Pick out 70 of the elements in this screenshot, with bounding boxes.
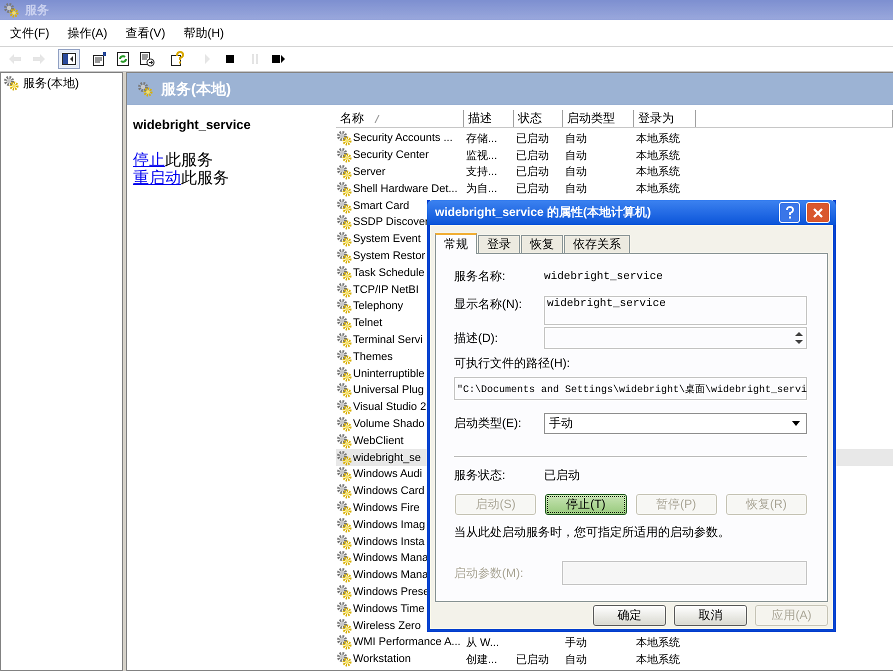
table-cell: 为自... [466, 183, 498, 196]
table-cell: Terminal Servi [353, 334, 423, 346]
table-cell: System Restor [353, 250, 426, 262]
table-cell: TCP/IP NetBI [353, 284, 419, 296]
table-cell: 存储... [466, 132, 498, 145]
window-title: 服务 [25, 2, 49, 18]
table-cell: Security Accounts ... [353, 132, 453, 144]
table-cell: 本地系统 [636, 150, 680, 162]
field-label: 启动类型(E): [454, 415, 522, 432]
table-cell: 本地系统 [636, 183, 680, 196]
table-cell: Universal Plug [353, 384, 424, 396]
table-cell: Windows Mana [353, 552, 428, 564]
table-cell: 已启动 [516, 183, 549, 196]
table-cell: Uninterruptible [353, 368, 425, 380]
table-cell: 已启动 [516, 150, 549, 162]
table-cell: 已启动 [516, 132, 549, 145]
field-label: 服务名称: [454, 268, 506, 285]
status-value: 已启动 [544, 467, 580, 484]
table-cell: Security Center [353, 149, 429, 162]
table-cell: 本地系统 [636, 654, 680, 666]
table-cell: 监视... [466, 150, 498, 162]
table-cell: 自动 [565, 654, 587, 666]
table-cell: 手动 [565, 636, 587, 649]
table-cell: Windows Card [353, 485, 425, 498]
field-label: 可执行文件的路径(H): [454, 355, 570, 372]
table-cell: Windows Insta [353, 536, 425, 548]
service-title: widebright_service [133, 117, 252, 132]
table-cell: SSDP Discover [353, 216, 429, 228]
table-cell: Shell Hardware Det... [353, 182, 458, 195]
table-cell: WMI Performance A... [353, 636, 461, 648]
table-cell: Telephony [353, 300, 404, 312]
field-label: 描述(D): [454, 330, 499, 346]
dialog-title: widebright_service 的属性(本地计算机) [435, 204, 652, 221]
field-label: 服务状态: [454, 467, 506, 484]
table-cell: Telnet [353, 317, 382, 330]
field-label: 显示名称(N): [454, 296, 523, 313]
table-cell: 自动 [565, 183, 587, 196]
table-cell: System Event [353, 233, 421, 246]
field-label: 启动参数(M): [454, 564, 524, 582]
table-cell: Server [353, 166, 386, 178]
table-cell: 支持... [466, 166, 498, 178]
table-cell: Windows Time [353, 602, 425, 615]
table-cell: 已启动 [516, 654, 549, 666]
table-cell: 自动 [565, 132, 587, 145]
table-cell: Themes [353, 350, 393, 363]
table-cell: Windows Mana [353, 569, 428, 582]
service-name-value: widebright_service [544, 270, 663, 282]
table-cell: 本地系统 [636, 166, 680, 178]
table-cell: 本地系统 [636, 636, 680, 649]
table-cell: Workstation [353, 653, 411, 666]
table-cell: Wireless Zero [353, 620, 421, 632]
table-cell: WebClient [353, 434, 404, 447]
action-text: 重启动此服务 [133, 170, 229, 188]
table-cell: Windows Fire [353, 502, 420, 514]
table-cell: 从 W... [466, 636, 499, 649]
table-cell: Visual Studio 2 [353, 401, 426, 414]
table-cell: 本地系统 [636, 132, 680, 145]
action-text: 停止此服务 [133, 152, 213, 170]
table-cell: Windows Imag [353, 518, 426, 531]
table-cell: Smart Card [353, 200, 410, 212]
table-cell: Windows Audi [353, 468, 422, 480]
table-cell: Volume Shado [353, 418, 425, 430]
table-cell: 自动 [565, 166, 587, 178]
table-cell: 自动 [565, 150, 587, 162]
table-cell: widebright_se [353, 452, 421, 464]
pane-title: 服务(本地) [161, 80, 231, 98]
hint-text: 当从此处启动服务时，您可指定所适用的启动参数。 [454, 524, 731, 541]
table-cell: 创建... [466, 654, 498, 666]
table-cell: 已启动 [516, 166, 549, 178]
table-cell: Task Schedule [353, 266, 425, 279]
